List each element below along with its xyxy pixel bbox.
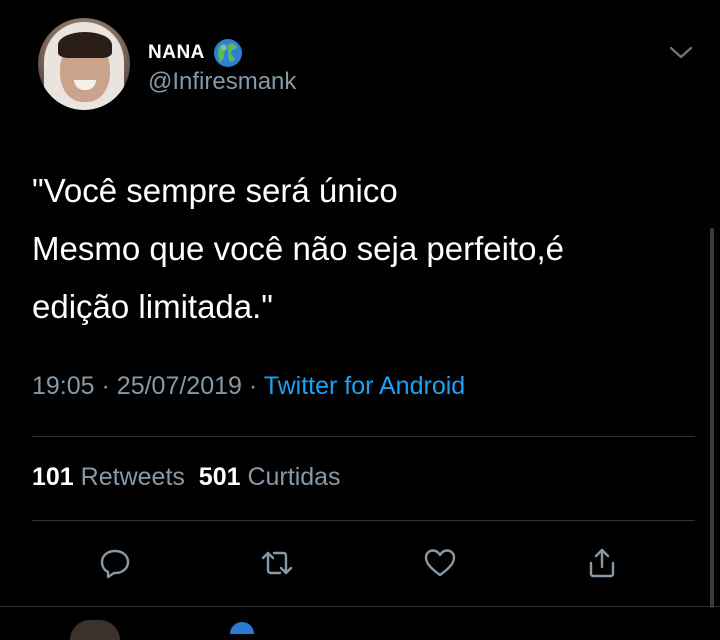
next-tweet-globe-icon [230,622,254,634]
share-icon[interactable] [584,545,620,581]
likes-label: Curtidas [247,463,341,491]
likes-stat[interactable]: 501 Curtidas [199,463,341,491]
tweet-text: "Você sempre será único Mesmo que você n… [32,162,692,336]
scrollbar[interactable] [710,228,714,608]
tweet-time[interactable]: 19:05 [32,372,95,400]
divider [32,436,695,437]
retweets-label: Retweets [80,463,185,491]
next-tweet-avatar [70,620,120,640]
tweet-detail: NANA @Infiresmank "Você sempre será únic… [0,0,720,640]
likes-count: 501 [198,463,241,491]
tweet-date[interactable]: 25/07/2019 [117,372,242,400]
author-name[interactable]: NANA [148,42,205,64]
tweet-text-line: edição limitada." [32,288,274,325]
author-name-row[interactable]: NANA [148,38,243,68]
retweet-icon[interactable] [259,545,295,581]
meta-separator: · [248,372,258,400]
avatar[interactable] [38,18,130,110]
globe-icon [213,39,242,67]
tweet-text-line: Mesmo que você não seja perfeito,é [32,230,564,267]
tweet-text-line: "Você sempre será único [32,172,398,209]
chevron-down-icon[interactable] [668,42,694,62]
meta-separator: · [101,372,110,400]
divider [32,520,695,521]
tweet-stats: 101 Retweets 501 Curtidas [32,463,341,492]
retweets-count: 101 [32,463,74,491]
tweet-meta: 19:05 · 25/07/2019 · Twitter for Android [32,372,465,401]
retweets-stat[interactable]: 101 Retweets [32,463,185,491]
author-handle[interactable]: @Infiresmank [148,68,296,96]
heart-icon[interactable] [422,545,458,581]
reply-icon[interactable] [97,545,133,581]
tweet-source-link[interactable]: Twitter for Android [264,372,465,400]
divider [0,606,720,607]
